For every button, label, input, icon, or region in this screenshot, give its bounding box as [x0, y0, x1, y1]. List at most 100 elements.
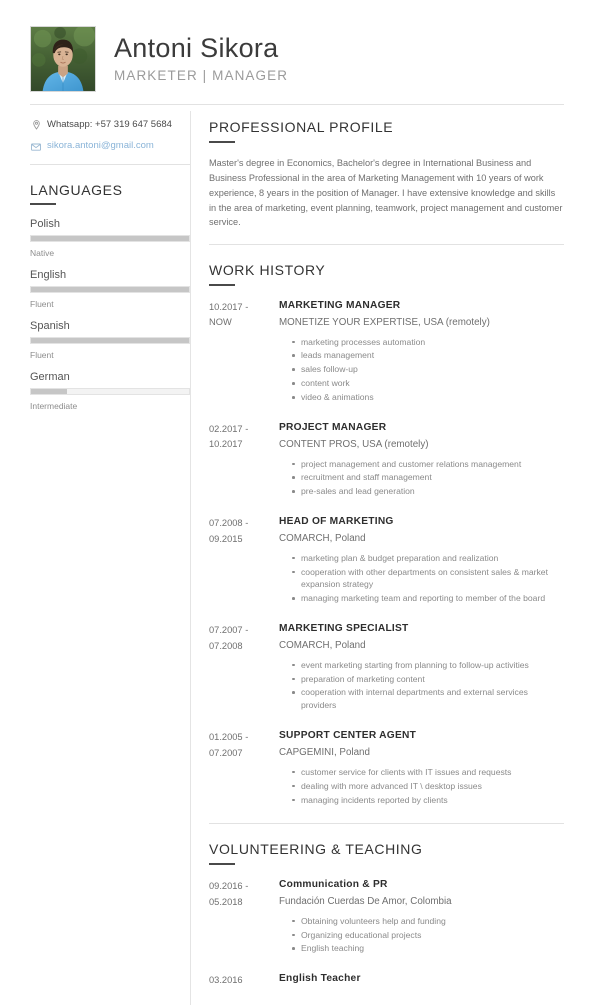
resume-header: Antoni Sikora MARKETER | MANAGER: [0, 0, 594, 92]
work-history-heading: WORK HISTORY: [209, 262, 326, 279]
date-from: 10.2017 -: [209, 302, 249, 313]
language-level-fill: [31, 236, 189, 242]
volunteering-heading: VOLUNTEERING & TEACHING: [209, 841, 423, 858]
entry-main: MARKETING MANAGER MONETIZE YOUR EXPERTIS…: [271, 299, 564, 405]
location-pin-icon: [30, 120, 42, 130]
list-item: marketing processes automation: [292, 336, 564, 349]
entry-main: SUPPORT CENTER AGENT CAPGEMINI, Poland c…: [271, 729, 564, 807]
list-item: event marketing starting from planning t…: [292, 659, 564, 672]
contact-text[interactable]: sikora.antoni@gmail.com: [47, 140, 154, 152]
date-to: 07.2007: [209, 747, 243, 758]
contact-item-email[interactable]: sikora.antoni@gmail.com: [30, 140, 190, 152]
list-item: dealing with more advanced IT \ desktop …: [292, 780, 564, 793]
entry-bullets: marketing processes automation leads man…: [279, 336, 564, 404]
list-item: content work: [292, 377, 564, 390]
contact-item-whatsapp[interactable]: Whatsapp: +57 319 647 5684: [30, 119, 190, 131]
list-item: pre-sales and lead generation: [292, 485, 564, 498]
contact-list: Whatsapp: +57 319 647 5684 sikora.antoni…: [30, 119, 190, 153]
language-item-spanish: Spanish Fluent: [30, 320, 190, 360]
language-item-german: German Intermediate: [30, 371, 190, 411]
avatar: [30, 26, 96, 92]
entry-bullets: marketing plan & budget preparation and …: [279, 552, 564, 606]
section-divider: [209, 823, 564, 825]
entry-organization: COMARCH, Poland: [279, 639, 366, 651]
heading-accent-bar: [30, 203, 56, 206]
entry-organization: CONTENT PROS, USA (remotely): [279, 438, 429, 450]
date-from: 07.2007 -: [209, 625, 249, 636]
sidebar: Whatsapp: +57 319 647 5684 sikora.antoni…: [30, 105, 190, 1005]
languages-heading: LANGUAGES: [30, 181, 123, 198]
entry-title: SUPPORT CENTER AGENT: [279, 730, 417, 742]
list-item: English teaching: [292, 942, 564, 955]
entry-organization: COMARCH, Poland: [279, 532, 366, 544]
entry-title: PROJECT MANAGER: [279, 422, 387, 434]
volunteering-entry: 03.2016 English Teacher: [209, 972, 564, 988]
portrait-photo-icon: [31, 27, 95, 91]
language-level-bar: [30, 337, 190, 345]
volunteering-section: VOLUNTEERING & TEACHING 09.2016 - 05.201…: [209, 841, 564, 988]
entry-dates: 07.2008 - 09.2015: [209, 515, 271, 606]
professional-profile-text: Master's degree in Economics, Bachelor's…: [209, 157, 563, 228]
entry-organization: Fundación Cuerdas De Amor, Colombia: [279, 895, 452, 907]
language-level-bar: [30, 388, 190, 396]
envelope-icon: [30, 143, 42, 151]
entry-bullets: Obtaining volunteers help and funding Or…: [279, 915, 564, 956]
date-to: 10.2017: [209, 439, 243, 450]
section-divider: [209, 244, 564, 246]
name-block: Antoni Sikora MARKETER | MANAGER: [114, 33, 564, 84]
entry-organization: CAPGEMINI, Poland: [279, 747, 370, 759]
date-from: 03.2016: [209, 975, 243, 986]
entry-title: MARKETING MANAGER: [279, 300, 401, 312]
language-name: English: [30, 269, 67, 282]
language-level-label: Native: [30, 248, 55, 259]
date-to: NOW: [209, 317, 232, 328]
entry-title: English Teacher: [279, 973, 361, 985]
entry-main: HEAD OF MARKETING COMARCH, Poland market…: [271, 515, 564, 606]
language-level-label: Intermediate: [30, 401, 78, 412]
date-to: 07.2008: [209, 640, 243, 651]
entry-dates: 10.2017 - NOW: [209, 299, 271, 405]
work-history-section: WORK HISTORY 10.2017 - NOW MARKETING MAN…: [209, 262, 564, 807]
volunteering-entry: 09.2016 - 05.2018 Communication & PR Fun…: [209, 878, 564, 956]
list-item: customer service for clients with IT iss…: [292, 766, 564, 779]
work-entry: 07.2007 - 07.2008 MARKETING SPECIALIST C…: [209, 622, 564, 713]
heading-accent-bar: [209, 863, 235, 866]
list-item: marketing plan & budget preparation and …: [292, 552, 564, 565]
work-entry: 07.2008 - 09.2015 HEAD OF MARKETING COMA…: [209, 515, 564, 606]
list-item: Organizing educational projects: [292, 929, 564, 942]
page-title: Antoni Sikora: [114, 33, 279, 64]
language-item-english: English Fluent: [30, 269, 190, 309]
work-entry: 10.2017 - NOW MARKETING MANAGER MONETIZE…: [209, 299, 564, 405]
date-to: 05.2018: [209, 896, 243, 907]
list-item: leads management: [292, 349, 564, 362]
entry-main: Communication & PR Fundación Cuerdas De …: [271, 878, 564, 956]
language-level-fill: [31, 389, 68, 395]
work-entry: 01.2005 - 07.2007 SUPPORT CENTER AGENT C…: [209, 729, 564, 807]
list-item: video & animations: [292, 391, 564, 404]
list-item: project management and customer relation…: [292, 458, 564, 471]
work-entry: 02.2017 - 10.2017 PROJECT MANAGER CONTEN…: [209, 421, 564, 499]
list-item: preparation of marketing content: [292, 673, 564, 686]
main-content: PROFESSIONAL PROFILE Master's degree in …: [191, 105, 564, 1005]
language-name: Spanish: [30, 320, 70, 333]
heading-accent-bar: [209, 140, 235, 143]
language-level-bar: [30, 286, 190, 294]
entry-bullets: customer service for clients with IT iss…: [279, 766, 564, 807]
job-subtitle: MARKETER | MANAGER: [114, 67, 289, 83]
entry-main: PROJECT MANAGER CONTENT PROS, USA (remot…: [271, 421, 564, 499]
language-item-polish: Polish Native: [30, 218, 190, 258]
sidebar-divider: [30, 163, 190, 165]
professional-profile-heading: PROFESSIONAL PROFILE: [209, 119, 394, 135]
contact-text: Whatsapp: +57 319 647 5684: [47, 119, 172, 130]
language-level-bar: [30, 235, 190, 243]
date-from: 09.2016 -: [209, 881, 249, 892]
entry-dates: 02.2017 - 10.2017: [209, 421, 271, 499]
languages-section: LANGUAGES Polish Native English Fluent S…: [30, 181, 190, 411]
entry-bullets: event marketing starting from planning t…: [279, 659, 564, 713]
list-item: cooperation with internal departments an…: [292, 686, 564, 712]
date-from: 02.2017 -: [209, 424, 249, 435]
entry-main: MARKETING SPECIALIST COMARCH, Poland eve…: [271, 622, 564, 713]
entry-dates: 07.2007 - 07.2008: [209, 622, 271, 713]
entry-main: English Teacher: [271, 972, 564, 988]
date-from: 07.2008 -: [209, 518, 249, 529]
